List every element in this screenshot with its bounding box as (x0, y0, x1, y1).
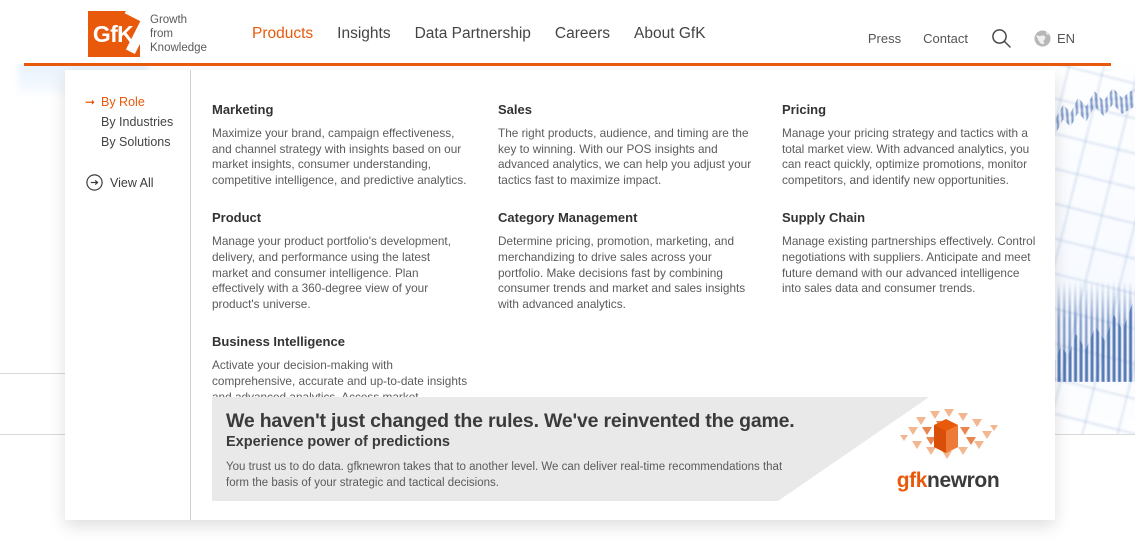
sidebar-item-by-role[interactable]: ➞ By Role (85, 92, 190, 112)
promo-subheadline: Experience power of predictions (226, 434, 450, 450)
menu-entry-category-management[interactable]: Category Management Determine pricing, p… (498, 210, 782, 312)
nav-item-about-gfk[interactable]: About GfK (634, 25, 706, 43)
tagline-line-3: Knowledge (150, 42, 207, 54)
menu-entry-marketing[interactable]: Marketing Maximize your brand, campaign … (212, 102, 498, 188)
nav-item-contact[interactable]: Contact (923, 31, 968, 46)
circle-arrow-right-icon (86, 174, 103, 191)
arrow-right-icon: ➞ (85, 95, 96, 109)
menu-entry-sales[interactable]: Sales The right products, audience, and … (498, 102, 782, 188)
entry-description: The right products, audience, and timing… (498, 126, 752, 187)
menu-entry-pricing[interactable]: Pricing Manage your pricing strategy and… (782, 102, 1042, 188)
gfknewron-wordmark: gfknewron (850, 469, 1046, 493)
nav-item-press[interactable]: Press (868, 31, 901, 46)
view-all-label: View All (110, 175, 154, 190)
language-selector[interactable]: EN (1034, 30, 1075, 47)
gfk-logo-text: GfK (92, 20, 134, 47)
tagline-line-2: from (150, 28, 173, 40)
nav-item-data-partnership[interactable]: Data Partnership (415, 25, 531, 43)
entry-title[interactable]: Product (212, 210, 498, 225)
cube-triangles-icon (886, 403, 1006, 465)
entry-title[interactable]: Pricing (782, 102, 1042, 117)
entry-title[interactable]: Supply Chain (782, 210, 1042, 225)
entry-description: Determine pricing, promotion, marketing,… (498, 234, 746, 311)
entry-title[interactable]: Marketing (212, 102, 498, 117)
gfknewron-logo[interactable]: gfknewron (850, 401, 1046, 501)
sidebar-item-label: By Industries (101, 115, 174, 129)
gfknewron-promo-banner[interactable]: We haven't just changed the rules. We've… (212, 397, 1048, 501)
promo-body-text: You trust us to do data. gfknewron takes… (226, 461, 783, 489)
entry-title[interactable]: Category Management (498, 210, 782, 225)
menu-entry-product[interactable]: Product Manage your product portfolio's … (212, 210, 498, 312)
view-all-button[interactable]: View All (86, 174, 190, 191)
sidebar-item-label: By Role (101, 95, 145, 109)
hero-chart-background-image (1041, 64, 1135, 434)
wordmark-newron: newron (927, 469, 1000, 492)
header-accent-rule (24, 63, 1111, 66)
sidebar-item-label: By Solutions (101, 135, 171, 149)
nav-item-products[interactable]: Products (252, 25, 313, 43)
promo-text-block: We haven't just changed the rules. We've… (226, 410, 826, 491)
entry-description: Manage existing partnerships effectively… (782, 234, 1036, 296)
main-navigation: Products Insights Data Partnership Caree… (252, 25, 706, 43)
site-header: GfK Growth from Knowledge Products Insig… (0, 0, 1135, 64)
entry-description: Manage your pricing strategy and tactics… (782, 126, 1030, 187)
entry-title[interactable]: Business Intelligence (212, 334, 498, 349)
globe-icon (1034, 30, 1051, 47)
entry-title[interactable]: Sales (498, 102, 782, 117)
language-code: EN (1056, 30, 1075, 46)
gfk-logo[interactable]: GfK Growth from Knowledge (88, 11, 207, 57)
products-mega-menu-panel: ➞ By Role By Industries By Solutions Vie… (65, 70, 1055, 520)
wordmark-gfk: gfk (896, 469, 928, 492)
nav-item-careers[interactable]: Careers (555, 25, 610, 43)
gfk-logo-mark: GfK (88, 11, 140, 57)
promo-headline: We haven't just changed the rules. We've… (226, 410, 795, 432)
mega-menu-sidebar: ➞ By Role By Industries By Solutions Vie… (65, 70, 191, 520)
search-icon[interactable] (990, 27, 1012, 49)
sidebar-item-by-solutions[interactable]: By Solutions (87, 132, 190, 152)
menu-entry-supply-chain[interactable]: Supply Chain Manage existing partnership… (782, 210, 1042, 296)
sidebar-item-by-industries[interactable]: By Industries (87, 112, 190, 132)
nav-item-insights[interactable]: Insights (337, 25, 390, 43)
entry-description: Manage your product portfolio's developm… (212, 234, 451, 311)
tagline-line-1: Growth (150, 14, 188, 26)
entry-description: Maximize your brand, campaign effectiven… (212, 126, 467, 187)
gfk-logo-tagline: Growth from Knowledge (150, 13, 207, 55)
utility-navigation: Press Contact EN (868, 27, 1075, 49)
